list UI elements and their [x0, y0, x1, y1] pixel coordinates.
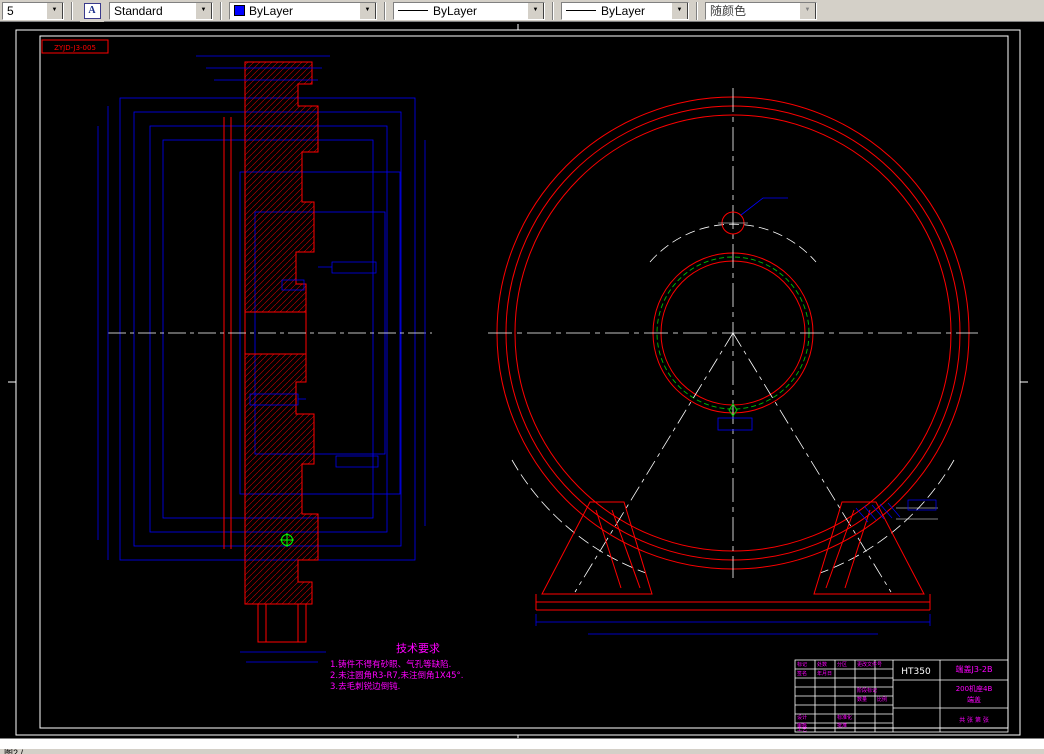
- svg-text:阶段标记: 阶段标记: [857, 687, 877, 694]
- plot-style-combo[interactable]: 随颜色 ▼: [705, 1, 817, 20]
- drawing-number-text: ZYJD-J3-005: [54, 44, 96, 52]
- note-line: 2.未注圆角R3-R7,未注倒角1X45°.: [330, 670, 464, 681]
- svg-text:更改文件号: 更改文件号: [857, 661, 882, 668]
- front-view: [488, 88, 978, 635]
- note-line: 1.铸件不得有砂眼、气孔等缺陷.: [330, 659, 451, 670]
- properties-toolbar: 5 ▼ A Standard ▼ ByLayer ▼ ByLayer ▼ ByL…: [0, 0, 1044, 22]
- section-spigot: [257, 603, 307, 643]
- toolbar-separator: [696, 1, 698, 20]
- color-combo-value: ByLayer: [249, 3, 294, 18]
- title-block: HT350 端盖J3-2B 200机座4B 端盖 共 张 第 张 标记 处数 分…: [794, 659, 1009, 733]
- sheet-info-text: 共 张 第 张: [959, 716, 989, 724]
- text-style-manager-button[interactable]: A: [80, 0, 104, 22]
- plot-style-combo-value: 随颜色: [710, 4, 747, 18]
- sheet-frame: [8, 24, 1028, 738]
- section-view: [97, 55, 432, 663]
- lineweight-combo-value: ByLayer: [601, 3, 646, 18]
- color-swatch-icon: [234, 5, 245, 16]
- chevron-down-icon[interactable]: ▼: [195, 2, 212, 19]
- svg-text:标记: 标记: [797, 661, 807, 668]
- title-block-labels: 标记 处数 分区 更改文件号 签名 年月日 设计 审核 工艺 标准化 批准 阶段…: [797, 661, 887, 733]
- technical-notes: 技术要求 1.铸件不得有砂眼、气孔等缺陷. 2.未注圆角R3-R7,未注倒角1X…: [330, 642, 464, 692]
- base-dimensions: [535, 614, 931, 635]
- status-bar: 图2 /: [0, 749, 1044, 754]
- linetype-combo[interactable]: ByLayer ▼: [393, 1, 545, 20]
- svg-text:数量: 数量: [857, 696, 867, 703]
- status-text: 图2 /: [4, 749, 24, 754]
- svg-text:比例: 比例: [877, 696, 887, 703]
- linetype-icon: [398, 10, 428, 11]
- text-style-combo-value: Standard: [114, 3, 163, 18]
- svg-text:年月日: 年月日: [817, 670, 832, 677]
- drawing-number-box: ZYJD-J3-005: [41, 39, 109, 54]
- project-text: 200机座4B: [956, 684, 993, 693]
- linetype-combo-value: ByLayer: [433, 3, 478, 18]
- text-style-combo[interactable]: Standard ▼: [109, 1, 213, 20]
- drawing-canvas[interactable]: ZYJD-J3-005 技术要求 1.铸件不得有砂眼、气孔等缺陷. 2.未注圆角…: [0, 22, 1044, 738]
- svg-text:标准化: 标准化: [837, 714, 852, 721]
- command-line-input[interactable]: [0, 738, 1044, 749]
- part-name-text: 端盖: [967, 695, 981, 704]
- svg-text:批准: 批准: [837, 722, 847, 729]
- text-style-icon: A: [83, 2, 101, 19]
- note-line: 3.去毛刺锐边倒钝.: [330, 681, 400, 692]
- part-code-text: 端盖J3-2B: [956, 664, 993, 674]
- color-combo[interactable]: ByLayer ▼: [229, 1, 377, 20]
- svg-text:处数: 处数: [817, 661, 827, 668]
- bolt-hole: [718, 197, 788, 235]
- toolbar-separator: [384, 1, 386, 20]
- toolbar-separator: [552, 1, 554, 20]
- toolbar-separator: [71, 1, 73, 20]
- lineweight-icon: [566, 10, 596, 11]
- section-hatch-top: [244, 61, 319, 313]
- svg-text:分区: 分区: [837, 661, 847, 668]
- notes-title: 技术要求: [396, 642, 440, 655]
- chevron-down-icon[interactable]: ▼: [527, 2, 544, 19]
- toolbar-separator: [220, 1, 222, 20]
- lineweight-combo[interactable]: ByLayer ▼: [561, 1, 689, 20]
- drawing-canvas-area[interactable]: ZYJD-J3-005 技术要求 1.铸件不得有砂眼、气孔等缺陷. 2.未注圆角…: [0, 22, 1044, 738]
- svg-text:设计: 设计: [797, 714, 807, 721]
- chevron-down-icon[interactable]: ▼: [799, 2, 816, 19]
- chevron-down-icon[interactable]: ▼: [359, 2, 376, 19]
- scale-combo[interactable]: 5 ▼: [2, 1, 64, 20]
- chevron-down-icon[interactable]: ▼: [46, 2, 63, 19]
- material-text: HT350: [901, 667, 931, 677]
- section-hatch-bottom: [244, 353, 319, 605]
- svg-text:签名: 签名: [797, 670, 807, 677]
- chevron-down-icon[interactable]: ▼: [671, 2, 688, 19]
- scale-combo-value: 5: [7, 3, 14, 18]
- svg-text:工艺: 工艺: [797, 727, 807, 733]
